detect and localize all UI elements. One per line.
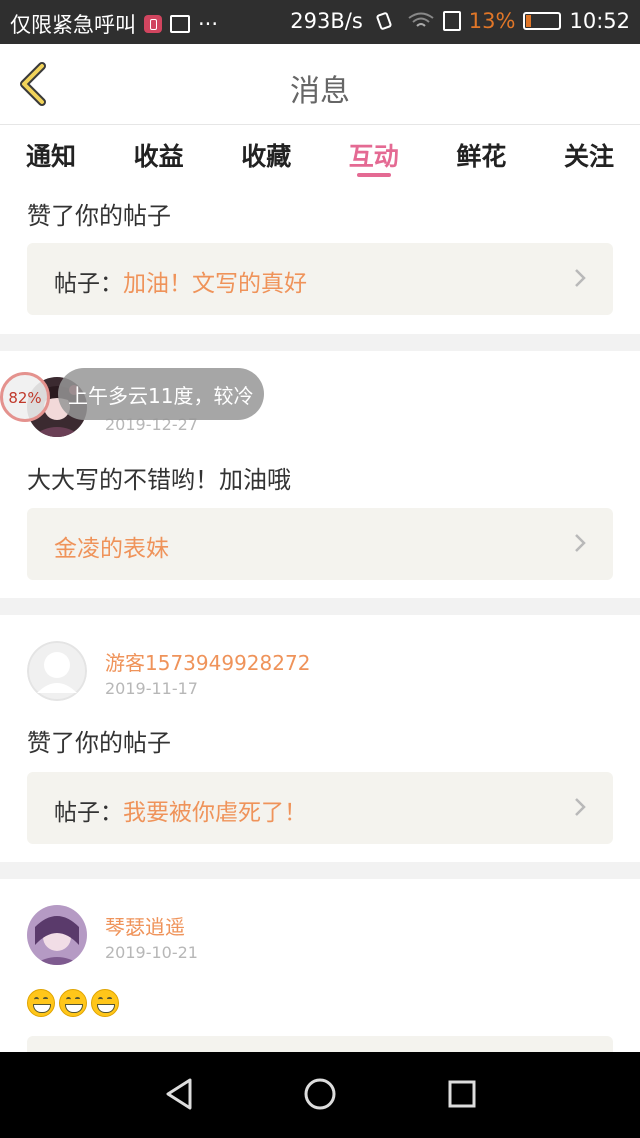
default-avatar-icon bbox=[27, 641, 87, 701]
post-link[interactable]: 帖子：加油！文写的真好 bbox=[27, 243, 613, 315]
tab-bar: 通知 收益 收藏 互动 鲜花 关注 bbox=[0, 124, 640, 180]
weather-widget[interactable]: 上午多云11度，较冷 bbox=[58, 368, 264, 420]
chevron-right-icon bbox=[575, 798, 586, 816]
message-card: 游客1573949928272 2019-11-17 赞了你的帖子 帖子：我要被… bbox=[0, 615, 640, 862]
tab-interaction[interactable]: 互动 bbox=[349, 125, 399, 180]
post-label: 帖子：我要被你虐死了！ bbox=[54, 793, 307, 827]
avatar[interactable] bbox=[27, 641, 87, 701]
avatar-image bbox=[27, 905, 87, 965]
gallery-icon bbox=[170, 15, 190, 33]
tab-notice[interactable]: 通知 bbox=[26, 125, 76, 180]
app-root: 仅限紧急呼叫 ··· 293B/s 13% 10:52 消息 通知 收益 收藏 … bbox=[0, 0, 640, 1138]
post-prefix: 帖子： bbox=[54, 800, 123, 826]
post-link[interactable]: 金凌的表妹 bbox=[27, 508, 613, 580]
post-label: 金凌的表妹 bbox=[54, 529, 169, 563]
post-date: 2019-11-17 bbox=[105, 679, 198, 698]
home-circle-icon[interactable] bbox=[300, 1074, 340, 1114]
more-text: ··· bbox=[198, 12, 219, 36]
tab-follow[interactable]: 关注 bbox=[564, 125, 614, 180]
chevron-right-icon bbox=[575, 534, 586, 552]
post-title: 金凌的表妹 bbox=[54, 536, 169, 562]
post-title: 加油！文写的真好 bbox=[123, 271, 307, 297]
emoji-row bbox=[27, 989, 119, 1017]
message-text: 大大写的不错哟！加油哦 bbox=[27, 466, 291, 494]
message-card: 赞了你的帖子 帖子：加油！文写的真好 bbox=[0, 180, 640, 334]
notification-badge-icon bbox=[144, 15, 162, 33]
grin-emoji-icon bbox=[91, 989, 119, 1017]
sim-icon bbox=[442, 11, 461, 31]
status-bar: 仅限紧急呼叫 ··· 293B/s 13% 10:52 bbox=[0, 0, 640, 44]
header: 消息 bbox=[0, 44, 640, 124]
post-label: 帖子：加油！文写的真好 bbox=[54, 264, 307, 298]
system-nav-bar bbox=[0, 1052, 640, 1138]
tab-favorites[interactable]: 收藏 bbox=[241, 125, 291, 180]
wifi-icon bbox=[408, 12, 434, 27]
memory-ring-widget[interactable]: 82% bbox=[0, 372, 50, 422]
status-right: 293B/s 13% 10:52 bbox=[290, 9, 630, 33]
grin-emoji-icon bbox=[59, 989, 87, 1017]
tab-flowers[interactable]: 鲜花 bbox=[456, 125, 506, 180]
page-title: 消息 bbox=[290, 74, 350, 109]
chevron-right-icon bbox=[575, 269, 586, 287]
status-left: 仅限紧急呼叫 ··· bbox=[10, 9, 218, 39]
message-feed[interactable]: 赞了你的帖子 帖子：加油！文写的真好 2019-12-27 大大写的不错哟！加油… bbox=[0, 180, 640, 1052]
post-link[interactable] bbox=[27, 1036, 613, 1052]
message-text: 赞了你的帖子 bbox=[27, 729, 171, 757]
username[interactable]: 游客1573949928272 bbox=[105, 647, 310, 676]
post-title: 我要被你虐死了！ bbox=[123, 800, 307, 826]
post-date: 2019-10-21 bbox=[105, 943, 198, 962]
grin-emoji-icon bbox=[27, 989, 55, 1017]
network-speed: 293B/s bbox=[290, 9, 363, 33]
recents-square-icon[interactable] bbox=[442, 1074, 482, 1114]
battery-percent: 13% bbox=[468, 9, 516, 33]
username[interactable]: 琴瑟逍遥 bbox=[105, 911, 185, 940]
carrier-text: 仅限紧急呼叫 bbox=[10, 13, 136, 37]
clock: 10:52 bbox=[569, 9, 630, 33]
message-card: 琴瑟逍遥 2019-10-21 bbox=[0, 879, 640, 1052]
vibrate-icon bbox=[376, 12, 392, 30]
post-link[interactable]: 帖子：我要被你虐死了！ bbox=[27, 772, 613, 844]
back-triangle-icon[interactable] bbox=[160, 1074, 200, 1114]
tab-earnings[interactable]: 收益 bbox=[134, 125, 184, 180]
avatar[interactable] bbox=[27, 905, 87, 965]
battery-icon bbox=[523, 12, 562, 30]
message-text: 赞了你的帖子 bbox=[27, 202, 171, 230]
post-prefix: 帖子： bbox=[54, 271, 123, 297]
